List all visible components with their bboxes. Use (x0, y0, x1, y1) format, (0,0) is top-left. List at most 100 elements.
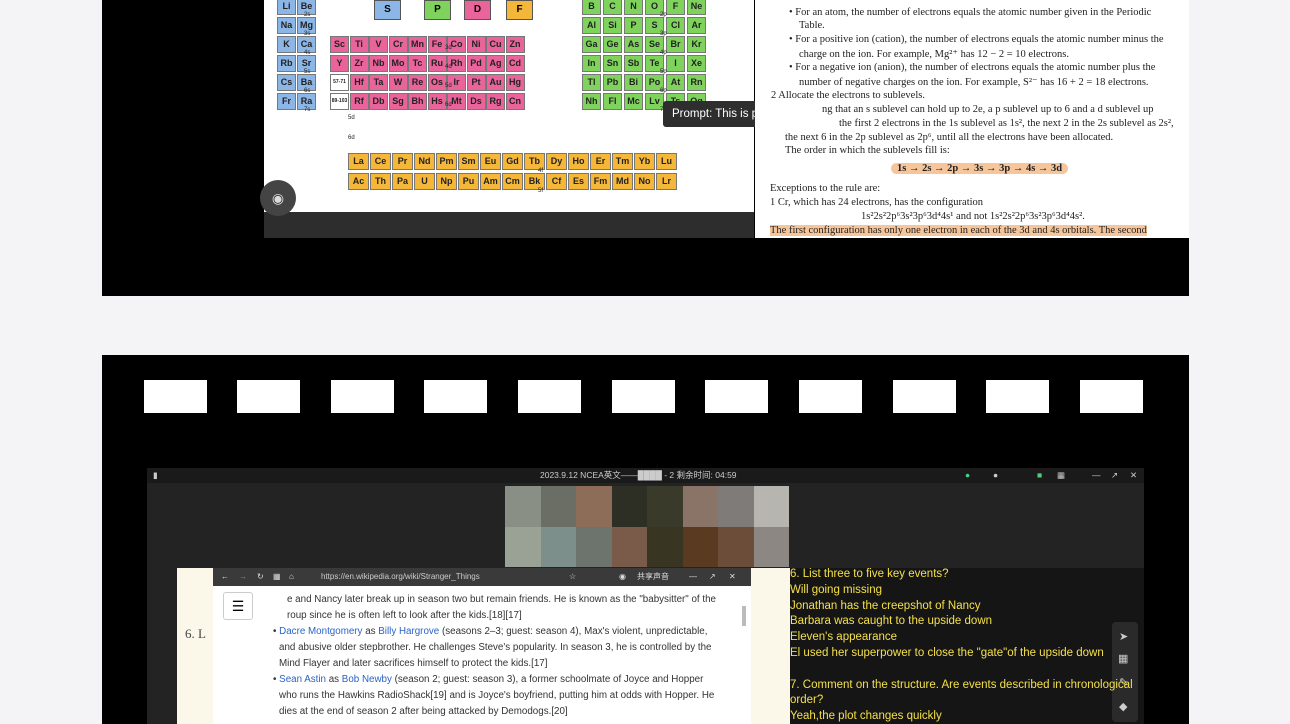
mosaic-tile (576, 486, 612, 527)
element-pt: Pt (466, 74, 486, 91)
home-icon[interactable]: ⌂ (289, 568, 294, 586)
textbook-line: • For a negative ion (anion), the number… (789, 62, 1156, 73)
screenshot-camera-icon[interactable]: ◉ (260, 180, 296, 216)
back-icon[interactable]: ← (221, 568, 229, 586)
sublevel-label: 2s (304, 12, 311, 18)
top-video-frame: S P D F Li Be B C N O F Ne Na Mg Al Si P S Cl Ar K Ca Sc Ti V Cr M… (102, 0, 1189, 296)
block-legend-d: D (464, 0, 491, 20)
close-icon[interactable]: ✕ (729, 568, 736, 586)
element-ru: Ru (427, 55, 447, 72)
element-ho: Ho (568, 153, 589, 170)
element-v: V (369, 36, 388, 53)
element-lr: Lr (656, 173, 677, 190)
element-fe: Fe (427, 36, 447, 53)
share-sound-icon[interactable]: ◉ (619, 568, 626, 586)
pixelated-camera-feed (505, 486, 789, 567)
speaker-icon[interactable]: ● (993, 468, 998, 483)
video-thumbnail[interactable] (518, 380, 581, 413)
wiki-link[interactable]: Billy Hargrove (378, 626, 439, 637)
expand-icon[interactable]: ↗ (709, 568, 716, 586)
close-icon[interactable]: ✕ (1130, 468, 1137, 483)
element-zr: Zr (349, 55, 369, 72)
element-fm: Fm (590, 173, 611, 190)
element-si: Si (603, 17, 622, 34)
reload-icon[interactable]: ↻ (257, 568, 264, 586)
element-pd: Pd (466, 55, 486, 72)
select-icon[interactable]: ▦ (1118, 652, 1128, 665)
textbook-line: number of negative charges on the ion. F… (799, 77, 1149, 88)
minimize-icon[interactable]: — (689, 568, 697, 586)
element-ag: Ag (486, 55, 505, 72)
wiki-line: who runs the Hawkins RadioShack[19] and … (279, 690, 714, 701)
sublevel-label: 5d (348, 115, 355, 121)
mosaic-tile (682, 526, 718, 567)
element-sg: Sg (388, 93, 408, 110)
video-thumbnail[interactable] (612, 380, 675, 413)
wiki-link[interactable]: Bob Newby (342, 674, 392, 685)
video-thumbnail[interactable] (986, 380, 1049, 413)
element-er: Er (590, 153, 611, 170)
eraser-icon[interactable]: ◆ (1119, 700, 1127, 713)
sublevel-label: 5p (660, 69, 667, 75)
mic-icon[interactable]: ● (965, 468, 970, 483)
element-tm: Tm (612, 153, 633, 170)
video-thumbnail[interactable] (144, 380, 207, 413)
element-la: La (348, 153, 369, 170)
element-pm: Pm (436, 153, 457, 170)
video-thumbnail[interactable] (799, 380, 862, 413)
element-am: Am (480, 173, 501, 190)
wiki-line: and abusive older stepbrother. He challe… (279, 642, 711, 653)
video-thumbnail[interactable] (893, 380, 956, 413)
video-thumbnail[interactable] (237, 380, 300, 413)
element-re: Re (408, 74, 427, 91)
element-ge: Ge (603, 36, 622, 53)
star-icon[interactable]: ☆ (569, 568, 576, 586)
element-tc: Tc (408, 55, 427, 72)
element-ta: Ta (369, 74, 388, 91)
wiki-text: as (326, 674, 342, 685)
video-thumbnail[interactable] (424, 380, 487, 413)
textbook-line: the next 6 in the 2p sublevel as 2p⁶, un… (785, 132, 1114, 143)
element-hf: Hf (349, 74, 369, 91)
browser-toolbar: ← → ↻ ▦ ⌂ https://en.wikipedia.org/wiki/… (213, 568, 751, 586)
video-thumbnail[interactable] (1080, 380, 1143, 413)
record-icon[interactable]: ■ (1037, 468, 1042, 483)
wiki-link[interactable]: Dacre Montgomery (279, 626, 362, 637)
address-bar[interactable]: https://en.wikipedia.org/wiki/Stranger_T… (321, 568, 480, 586)
mosaic-tile (753, 486, 789, 527)
element-k: K (277, 36, 296, 53)
textbook-last-line: The first configuration has only one ele… (770, 225, 1147, 236)
table-of-contents-icon[interactable]: ☰ (223, 592, 253, 620)
element-cu: Cu (486, 36, 505, 53)
wiki-line: • Dacre Montgomery as Billy Hargrove (se… (273, 626, 707, 637)
element-cf: Cf (546, 173, 567, 190)
element-os: Os (427, 74, 447, 91)
pen-toolbar: ➤ ▦ ✎ ◆ (1112, 622, 1138, 722)
grid-icon[interactable]: ▦ (1057, 468, 1065, 483)
block-legend-s: S (374, 0, 401, 20)
element-u: U (414, 173, 435, 190)
qr-icon[interactable]: ▦ (273, 568, 281, 586)
note-line: Eleven's appearance (790, 631, 898, 644)
minimize-icon[interactable]: — (1092, 468, 1101, 483)
cursor-icon[interactable]: ➤ (1119, 630, 1128, 643)
element-tl: Tl (582, 74, 601, 91)
mosaic-tile (718, 486, 754, 527)
note-line: order? (790, 694, 824, 707)
wiki-link[interactable]: Sean Astin (279, 674, 326, 685)
element-pa: Pa (392, 173, 413, 190)
video-thumbnail[interactable] (331, 380, 394, 413)
forward-icon[interactable]: → (239, 568, 247, 586)
video-thumbnail[interactable] (705, 380, 768, 413)
note-line: Yeah,the plot changes quickly (790, 710, 942, 723)
expand-icon[interactable]: ↗ (1111, 468, 1118, 483)
textbook-line: Table. (799, 20, 825, 31)
mosaic-tile (718, 526, 754, 567)
wiki-line: Mind Flayer and later sacrifices himself… (279, 658, 547, 669)
share-sound-label[interactable]: 共享声音 (637, 568, 669, 586)
scrollbar[interactable] (742, 606, 746, 626)
question-number-label: 6. L (185, 626, 206, 641)
element-sn: Sn (603, 55, 622, 72)
element-zn: Zn (505, 36, 525, 53)
element-in: In (582, 55, 601, 72)
